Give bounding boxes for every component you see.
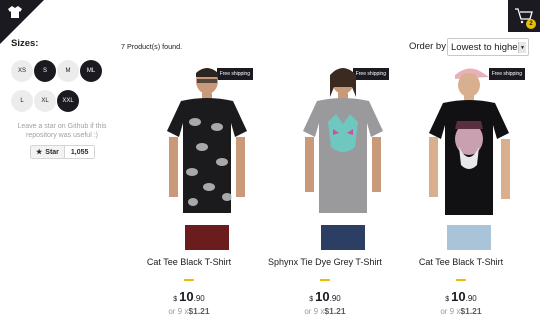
product-image[interactable] <box>419 67 519 250</box>
product-card[interactable]: Free shipping Cat Tee Black T-Shirt $ 10… <box>397 65 525 324</box>
price-currency: $ <box>173 296 178 303</box>
product-title: Cat Tee Black T-Shirt <box>146 257 232 267</box>
github-star-button[interactable]: ★ Star <box>31 146 65 158</box>
size-filter-l[interactable]: L <box>11 90 33 112</box>
size-filter-m[interactable]: M <box>57 60 79 82</box>
star-count[interactable]: 1,055 <box>64 146 95 158</box>
star-icon: ★ <box>36 149 43 156</box>
product-image[interactable] <box>283 67 383 250</box>
product-title: Cat Tee Black T-Shirt <box>418 257 504 267</box>
order-by-value: Lowest to highest <box>451 41 525 53</box>
price-decimals: .90 <box>465 294 477 303</box>
divider <box>320 279 330 281</box>
products-found-count: 7 Product(s) found. <box>121 42 183 51</box>
installment-value: $1.21 <box>460 306 482 316</box>
github-star-widget[interactable]: ★ Star 1,055 <box>30 145 96 159</box>
product-card[interactable]: Free shipping Sphynx Tie Dye Grey T-Shir… <box>261 65 389 324</box>
installment-value: $1.21 <box>188 306 210 316</box>
cart-icon <box>515 8 533 24</box>
product-card[interactable]: Free shipping Cat Tee Black T-Shirt $ 10… <box>125 65 253 324</box>
price-integer: 10 <box>179 289 194 304</box>
price-decimals: .90 <box>193 294 205 303</box>
cart-button[interactable] <box>508 0 540 32</box>
product-price: $ 10.90 <box>125 289 253 304</box>
price-currency: $ <box>309 296 314 303</box>
price-integer: 10 <box>451 289 466 304</box>
product-price: $ 10.90 <box>397 289 525 304</box>
github-note: Leave a star on Github if this repositor… <box>17 123 107 139</box>
star-label: Star <box>45 148 59 156</box>
product-title: Sphynx Tie Dye Grey T-Shirt <box>268 257 382 267</box>
product-image[interactable] <box>147 67 247 250</box>
installment-value: $1.21 <box>324 306 346 316</box>
price-decimals: .90 <box>329 294 341 303</box>
divider <box>184 279 194 281</box>
installment-info: or 9 x$1.21 <box>261 306 389 316</box>
product-price: $ 10.90 <box>261 289 389 304</box>
size-filter-xs[interactable]: XS <box>11 60 33 82</box>
size-filter-xl[interactable]: XL <box>34 90 56 112</box>
installment-prefix: or 9 x <box>440 307 461 316</box>
order-by-label: Order by <box>409 41 446 52</box>
size-filter-s[interactable]: S <box>34 60 56 82</box>
size-filter-xxl[interactable]: XXL <box>57 90 79 112</box>
price-currency: $ <box>445 296 450 303</box>
size-filter-ml[interactable]: ML <box>80 60 102 82</box>
divider <box>456 279 466 281</box>
installment-info: or 9 x$1.21 <box>125 306 253 316</box>
installment-prefix: or 9 x <box>168 307 189 316</box>
sizes-title: Sizes: <box>11 38 39 49</box>
cart-count-badge: 2 <box>526 19 536 29</box>
order-by-select[interactable]: Lowest to highest ▼ <box>447 38 529 56</box>
installment-prefix: or 9 x <box>304 307 325 316</box>
chevron-down-icon: ▼ <box>518 42 526 53</box>
price-integer: 10 <box>315 289 330 304</box>
installment-info: or 9 x$1.21 <box>397 306 525 316</box>
